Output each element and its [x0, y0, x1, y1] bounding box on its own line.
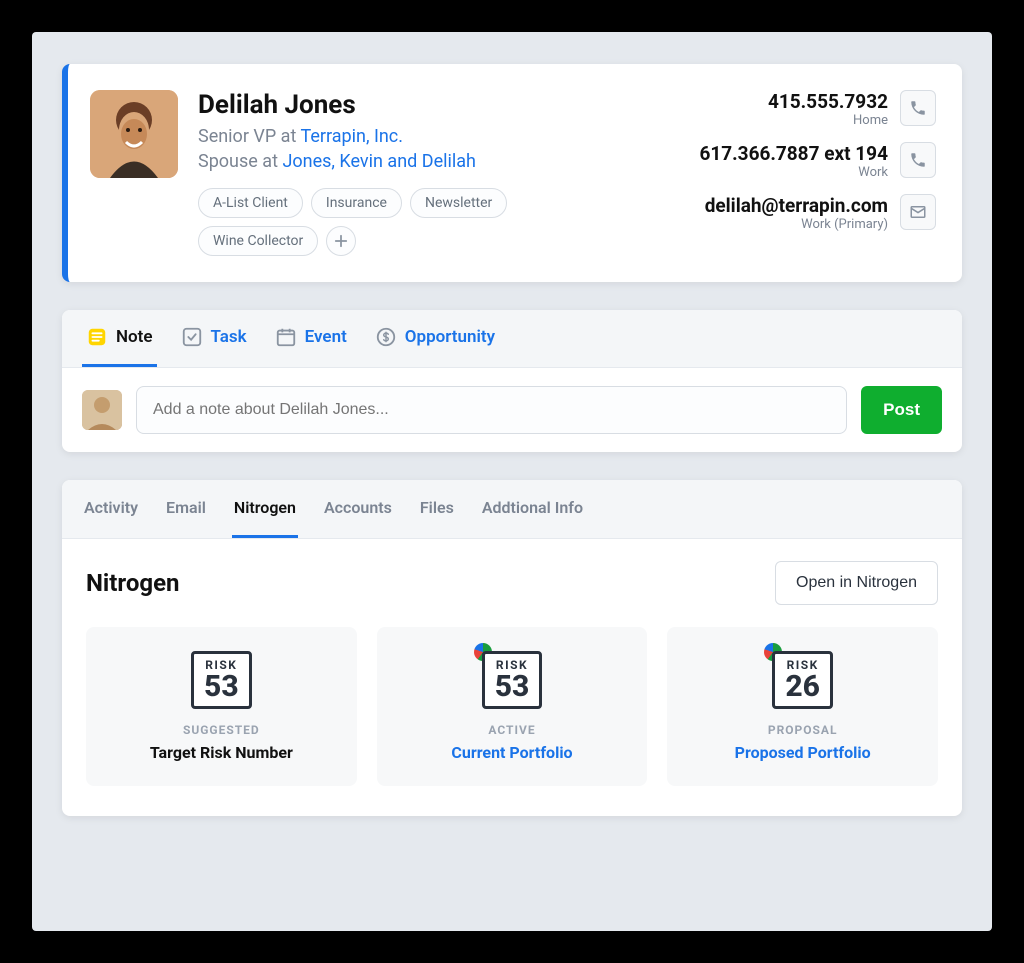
risk-number: 53 — [495, 672, 530, 702]
details-tabs: Activity Email Nitrogen Accounts Files A… — [62, 480, 962, 539]
composer-body: Post — [62, 368, 962, 452]
tab-files[interactable]: Files — [418, 480, 456, 538]
tab-activity[interactable]: Activity — [82, 480, 140, 538]
phone-work-label: Work — [699, 165, 888, 180]
tab-label: Event — [305, 327, 347, 347]
phone-icon[interactable] — [900, 142, 936, 178]
avatar — [90, 90, 178, 178]
contact-text: 415.555.7932 Home — [768, 90, 888, 128]
risk-badge-wrapper: RISK 53 — [191, 651, 252, 709]
tab-label: Opportunity — [405, 327, 495, 347]
tag[interactable]: Insurance — [311, 188, 402, 218]
open-in-nitrogen-button[interactable]: Open in Nitrogen — [775, 561, 938, 605]
risk-status: PROPOSAL — [683, 723, 922, 737]
proposed-portfolio-link[interactable]: Proposed Portfolio — [683, 743, 922, 762]
tab-event[interactable]: Event — [271, 310, 351, 367]
risk-grid: RISK 53 SUGGESTED Target Risk Number RIS… — [86, 627, 938, 786]
app-frame: Delilah Jones Senior VP at Terrapin, Inc… — [32, 32, 992, 931]
email-label: Work (Primary) — [705, 217, 888, 232]
risk-card-suggested: RISK 53 SUGGESTED Target Risk Number — [86, 627, 357, 786]
contact-row: 617.366.7887 ext 194 Work — [699, 142, 936, 180]
dollar-icon — [375, 326, 397, 348]
phone-home-value: 415.555.7932 — [768, 90, 888, 113]
tag[interactable]: Newsletter — [410, 188, 507, 218]
profile-info: Delilah Jones Senior VP at Terrapin, Inc… — [198, 90, 568, 256]
email-value: delilah@terrapin.com — [705, 194, 888, 217]
details-header: Nitrogen Open in Nitrogen — [86, 561, 938, 605]
post-button[interactable]: Post — [861, 386, 942, 434]
contact-row: 415.555.7932 Home — [768, 90, 936, 128]
phone-icon[interactable] — [900, 90, 936, 126]
tab-note[interactable]: Note — [82, 310, 157, 367]
tab-additional-info[interactable]: Addtional Info — [480, 480, 585, 538]
risk-title: Target Risk Number — [102, 743, 341, 762]
risk-badge-wrapper: RISK 26 — [772, 651, 833, 709]
section-title: Nitrogen — [86, 569, 180, 597]
note-icon — [86, 326, 108, 348]
note-input[interactable] — [136, 386, 847, 434]
tab-label: Note — [116, 327, 153, 347]
phone-home-label: Home — [768, 113, 888, 128]
risk-number: 26 — [785, 672, 820, 702]
risk-badge-wrapper: RISK 53 — [482, 651, 543, 709]
tag[interactable]: Wine Collector — [198, 226, 318, 256]
add-tag-button[interactable] — [326, 226, 356, 256]
tags-container: A-List Client Insurance Newsletter Wine … — [198, 188, 568, 256]
contact-text: delilah@terrapin.com Work (Primary) — [705, 194, 888, 232]
household-link[interactable]: Jones, Kevin and Delilah — [282, 151, 476, 172]
composer-tabs: Note Task Event Opportunity — [62, 310, 962, 368]
risk-badge: RISK 53 — [191, 651, 252, 709]
profile-role-company: Senior VP at Terrapin, Inc. — [198, 126, 568, 147]
company-link[interactable]: Terrapin, Inc. — [300, 126, 403, 147]
user-avatar — [82, 390, 122, 430]
tab-accounts[interactable]: Accounts — [322, 480, 394, 538]
contact-row: delilah@terrapin.com Work (Primary) — [705, 194, 936, 232]
risk-status: SUGGESTED — [102, 723, 341, 737]
tab-nitrogen[interactable]: Nitrogen — [232, 480, 298, 538]
composer-card: Note Task Event Opportunity — [62, 310, 962, 452]
email-icon[interactable] — [900, 194, 936, 230]
calendar-icon — [275, 326, 297, 348]
risk-status: ACTIVE — [393, 723, 632, 737]
contact-text: 617.366.7887 ext 194 Work — [699, 142, 888, 180]
details-card: Activity Email Nitrogen Accounts Files A… — [62, 480, 962, 816]
profile-role-household: Spouse at Jones, Kevin and Delilah — [198, 151, 568, 172]
tab-label: Task — [211, 327, 247, 347]
risk-card-proposal: RISK 26 PROPOSAL Proposed Portfolio — [667, 627, 938, 786]
tab-opportunity[interactable]: Opportunity — [371, 310, 499, 367]
profile-left: Delilah Jones Senior VP at Terrapin, Inc… — [68, 90, 699, 256]
risk-badge: RISK 26 — [772, 651, 833, 709]
tab-task[interactable]: Task — [177, 310, 251, 367]
role-prefix: Senior VP at — [198, 126, 300, 147]
phone-work-value: 617.366.7887 ext 194 — [699, 142, 888, 165]
contact-list: 415.555.7932 Home 617.366.7887 ext 194 W… — [699, 90, 936, 256]
tag[interactable]: A-List Client — [198, 188, 303, 218]
risk-number: 53 — [204, 672, 239, 702]
task-icon — [181, 326, 203, 348]
current-portfolio-link[interactable]: Current Portfolio — [393, 743, 632, 762]
risk-badge: RISK 53 — [482, 651, 543, 709]
profile-name: Delilah Jones — [198, 90, 568, 120]
tab-email[interactable]: Email — [164, 480, 208, 538]
risk-card-active: RISK 53 ACTIVE Current Portfolio — [377, 627, 648, 786]
details-body: Nitrogen Open in Nitrogen RISK 53 SUGGES… — [62, 539, 962, 816]
profile-card: Delilah Jones Senior VP at Terrapin, Inc… — [62, 64, 962, 282]
role-prefix: Spouse at — [198, 151, 282, 172]
